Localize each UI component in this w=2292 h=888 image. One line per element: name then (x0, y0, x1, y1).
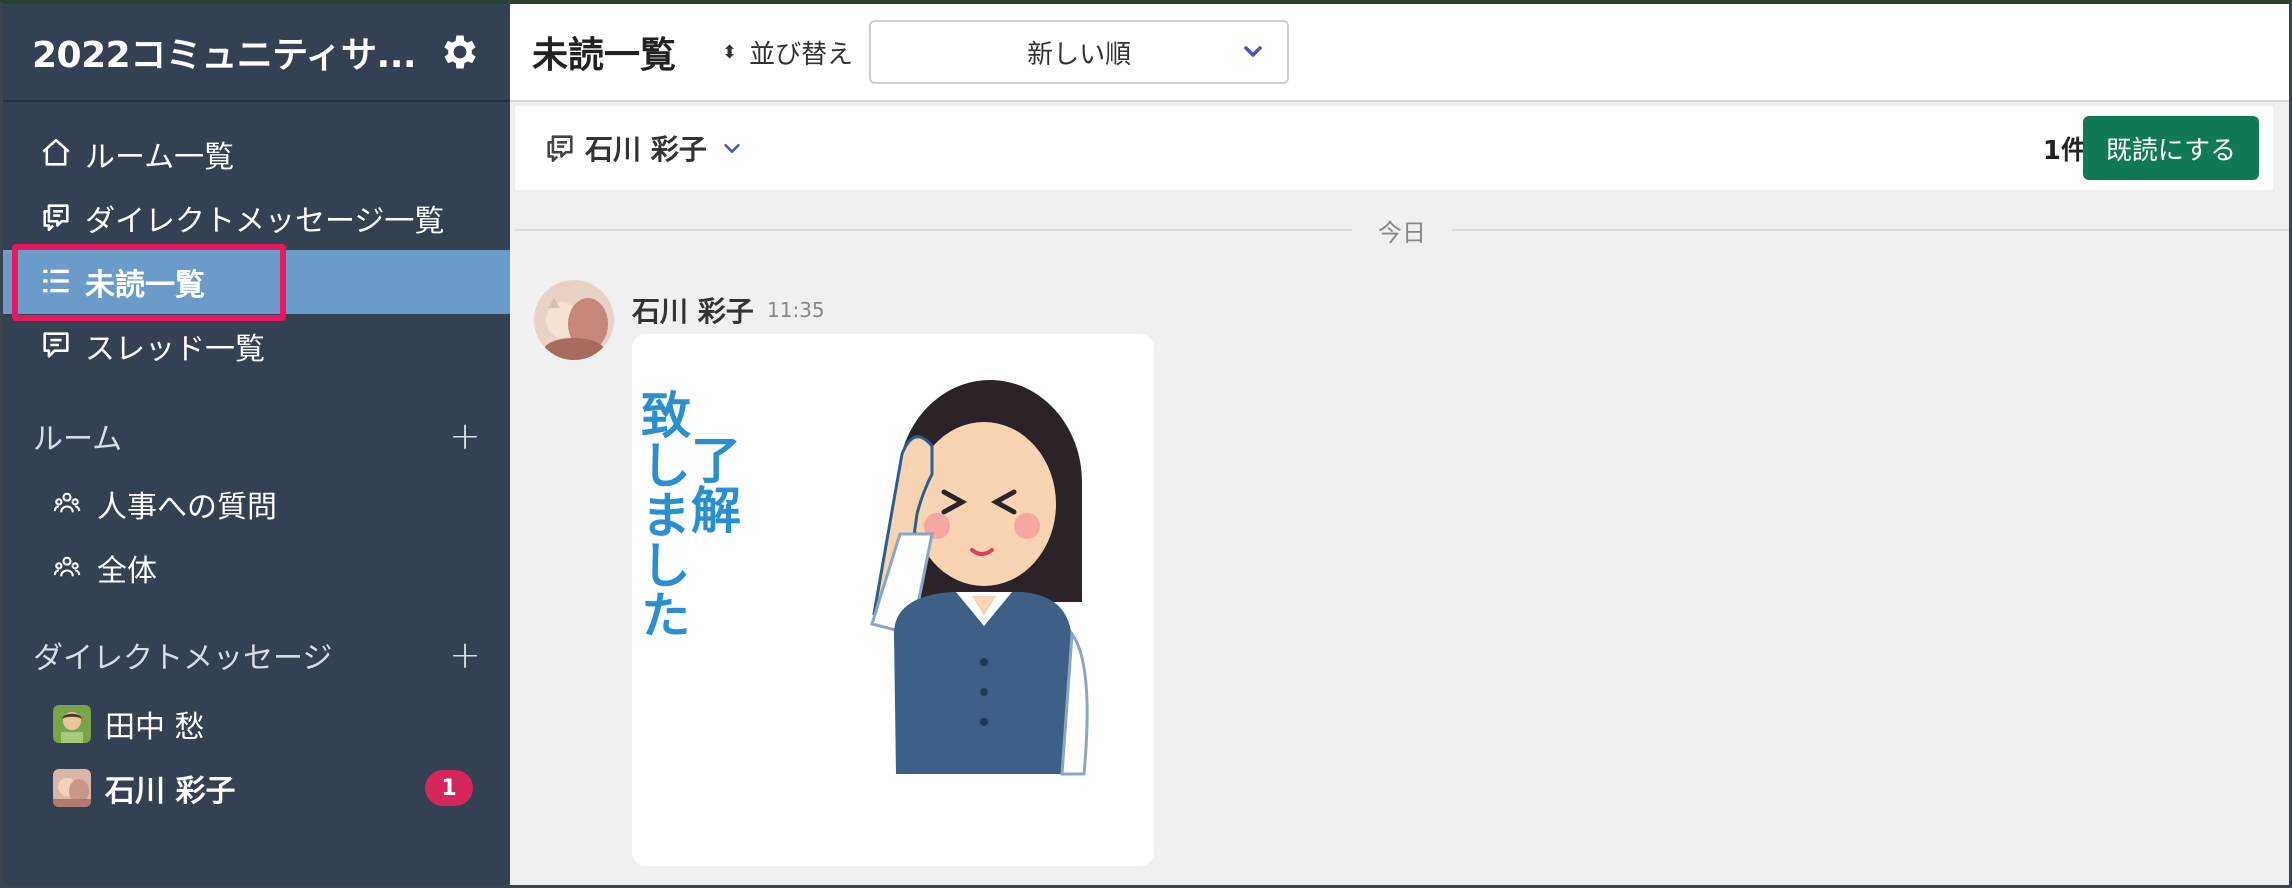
message-sticker[interactable]: 了解 致しました (632, 334, 1154, 866)
highlight-annotation (12, 244, 286, 321)
rooms-section-header: ルーム + (33, 411, 481, 461)
sort-label: ⬍ 並び替え (722, 34, 853, 71)
divider-line (515, 229, 1352, 231)
add-dm-icon[interactable]: + (449, 633, 481, 677)
direct-message-icon (39, 200, 75, 236)
dm-item-ishikawa[interactable]: 石川 彩子 1 (53, 760, 493, 816)
sort-icon: ⬍ (722, 41, 738, 63)
divider-line (1452, 229, 2289, 231)
workspace-title[interactable]: 2022コミュニティサ... (32, 26, 438, 78)
rooms-heading: ルーム (33, 422, 123, 457)
avatar (53, 769, 91, 807)
direct-message-icon (547, 135, 573, 163)
sidebar: 2022コミュニティサ... ルーム一覧 ダイレクトメッセージ一覧 未読一覧 ス… (3, 4, 510, 885)
chevron-down-icon (1244, 46, 1262, 57)
main-header: 未読一覧 ⬍ 並び替え 新しい順 (510, 4, 2289, 102)
room-item-all[interactable]: 全体 (53, 540, 493, 596)
nav-room-list[interactable]: ルーム一覧 (3, 122, 510, 186)
room-item-hr-questions[interactable]: 人事への質問 (53, 476, 493, 532)
unread-badge: 1 (425, 770, 473, 806)
message-time: 11:35 (767, 298, 825, 322)
svg-text:了解: 了解 (683, 434, 741, 534)
dm-item-label: 田中 愁 (105, 710, 205, 745)
thread-icon (39, 328, 75, 364)
date-label: 今日 (1378, 218, 1426, 247)
home-icon (39, 136, 75, 172)
group-name[interactable]: 石川 彩子 (585, 128, 707, 168)
nav-thread-list[interactable]: スレッド一覧 (3, 314, 510, 378)
gear-icon[interactable] (438, 30, 482, 74)
sticker-image: 了解 致しました (633, 380, 1089, 776)
avatar[interactable] (534, 280, 614, 360)
sort-select-value: 新しい順 (1027, 39, 1132, 70)
unread-count: 1件 (2042, 135, 2087, 166)
message-author[interactable]: 石川 彩子 (632, 290, 754, 330)
dm-item-tanaka[interactable]: 田中 愁 (53, 696, 493, 752)
app-window: 2022コミュニティサ... ルーム一覧 ダイレクトメッセージ一覧 未読一覧 ス… (0, 0, 2292, 888)
sort-select[interactable]: 新しい順 (869, 20, 1290, 84)
people-icon (53, 489, 83, 519)
main-panel: 未読一覧 ⬍ 並び替え 新しい順 石川 彩子 1件 既読にする 今日 石川 彩子… (510, 4, 2289, 885)
room-item-label: 人事への質問 (97, 490, 277, 525)
date-divider: 今日 (515, 212, 2289, 248)
avatar (53, 705, 91, 743)
add-room-icon[interactable]: + (449, 414, 481, 458)
room-item-label: 全体 (97, 554, 157, 589)
nav-room-list-label: ルーム一覧 (85, 140, 235, 175)
unread-group-header: 石川 彩子 1件 既読にする (515, 106, 2273, 190)
nav-direct-message-list[interactable]: ダイレクトメッセージ一覧 (3, 186, 510, 250)
workspace-header: 2022コミュニティサ... (3, 4, 510, 102)
chevron-down-icon[interactable] (721, 137, 743, 159)
dm-section-header: ダイレクトメッセージ + (33, 630, 481, 680)
nav-direct-message-list-label: ダイレクトメッセージ一覧 (85, 204, 445, 239)
nav-thread-list-label: スレッド一覧 (85, 332, 265, 367)
dm-heading: ダイレクトメッセージ (33, 641, 333, 676)
mark-as-read-button[interactable]: 既読にする (2083, 116, 2259, 180)
sort-label-text: 並び替え (749, 39, 854, 70)
page-title: 未読一覧 (532, 35, 677, 76)
people-icon (53, 553, 83, 583)
dm-item-label: 石川 彩子 (105, 774, 236, 809)
svg-text:致しました: 致しました (633, 389, 691, 639)
